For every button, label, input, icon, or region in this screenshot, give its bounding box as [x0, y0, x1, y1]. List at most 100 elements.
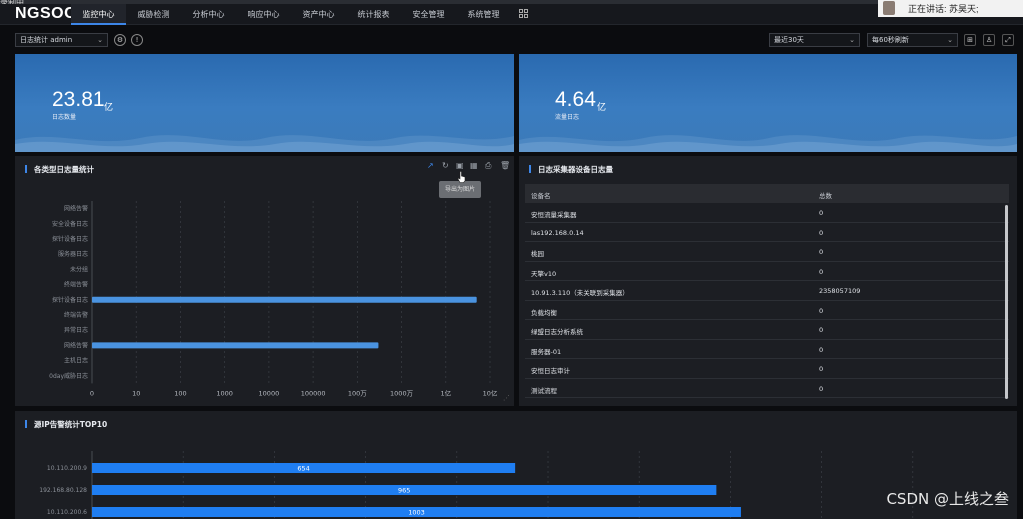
info-icon[interactable]: !	[131, 34, 143, 46]
card-unit: 亿	[597, 103, 607, 113]
traffic-log-card: 4.64 亿 流量日志	[519, 54, 1017, 152]
table-row[interactable]: 桃园 0	[525, 242, 1009, 262]
x-tick-label: 10000	[259, 389, 280, 397]
panel-title: 日志采集器设备日志量	[538, 165, 613, 174]
y-tick-label: 探针设备日志	[52, 296, 88, 304]
table-scrollbar[interactable]	[1005, 205, 1008, 399]
logo: NGSOC	[15, 5, 77, 22]
x-tick-label: 1000万	[390, 389, 414, 397]
x-tick-label: 10	[132, 389, 140, 397]
x-tick-label: 100万	[348, 389, 367, 397]
cell-device: 安恒日志审计	[531, 367, 570, 375]
cell-total: 0	[819, 384, 824, 393]
x-tick-label: 0	[90, 389, 94, 397]
speaker-text: 正在讲话: 苏昊天;	[908, 4, 979, 14]
wave-decoration	[519, 135, 1017, 152]
cell-device: 安恒流量采集器	[531, 211, 577, 219]
y-tick-label: 异常日志	[64, 326, 88, 334]
chevron-down-icon: ⌄	[97, 36, 103, 44]
table-header: 设备名 总数	[525, 184, 1009, 203]
table-row[interactable]: 安恒流量采集器 0	[525, 203, 1009, 223]
cell-device: 负载均衡	[531, 308, 557, 317]
settings-icon[interactable]: ⚙	[114, 34, 126, 46]
nav-item-asset[interactable]: 资产中心	[291, 4, 346, 25]
nav-menu: 监控中心 威胁检测 分析中心 响应中心 资产中心 统计报表 安全管理 系统管理	[71, 4, 511, 25]
table-row[interactable]: 负载均衡 0	[525, 301, 1009, 320]
y-tick-label: 服务器日志	[58, 250, 88, 258]
fullscreen-icon[interactable]: ⤢	[1002, 34, 1014, 46]
export-tooltip: 导出为图片	[439, 181, 481, 198]
cell-total: 0	[819, 365, 824, 373]
log-count-card: 23.81 亿 日志数量	[15, 54, 514, 152]
bar-value-label: 654	[297, 465, 309, 473]
cell-device: 服务器-01	[531, 347, 562, 356]
y-tick-label: 10.110.200.6	[47, 509, 87, 516]
cell-device: 测试流程	[531, 386, 557, 395]
cell-total: 0	[819, 326, 824, 334]
card-value: 23.81	[52, 88, 105, 111]
watermark: CSDN @上线之叁	[886, 490, 1009, 508]
card-label: 流量日志	[555, 114, 580, 121]
nav-item-response[interactable]: 响应中心	[236, 4, 291, 25]
x-tick-label: 10亿	[483, 388, 498, 397]
nav-item-analysis[interactable]: 分析中心	[181, 4, 236, 25]
time-range-value: 最近30天	[774, 36, 804, 44]
refresh-value: 每60秒刷新	[872, 36, 909, 44]
cell-total: 0	[819, 345, 824, 354]
table-row[interactable]: 10.91.3.110（未关联到采集器） 2358057109	[525, 281, 1009, 301]
dashboard-toolbar: 日志统计 admin ⌄ ⚙ ! 最近30天 ⌄ 每60秒刷新 ⌄ ⊞ ♙ ⤢	[0, 28, 1023, 50]
bar	[92, 296, 477, 303]
y-tick-label: 终端告警	[64, 311, 88, 319]
top-nav: NGSOC 监控中心 威胁检测 分析中心 响应中心 资产中心 统计报表 安全管理…	[0, 4, 1023, 25]
y-tick-label: 192.168.80.128	[39, 487, 87, 494]
cell-device: 桃园	[531, 250, 544, 258]
table-row[interactable]: 服务器-01 0	[525, 340, 1009, 359]
x-tick-label: 100	[174, 389, 186, 397]
y-tick-label: 0day威胁日志	[49, 372, 88, 380]
nav-item-report[interactable]: 统计报表	[346, 4, 401, 25]
chevron-down-icon: ⌄	[947, 36, 953, 44]
x-tick-label: 100000	[301, 389, 326, 397]
cell-total: 0	[819, 228, 824, 237]
bar-value-label: 965	[398, 487, 410, 495]
y-tick-label: 网络告警	[64, 341, 88, 349]
y-tick-label: 未分组	[70, 265, 88, 273]
table-row[interactable]: 绿盟日志分析系统 0	[525, 320, 1009, 340]
dashboard-select[interactable]: 日志统计 admin ⌄	[15, 33, 108, 47]
y-tick-label: 安全设备日志	[52, 220, 88, 228]
speaker-indicator: 正在讲话: 苏昊天;	[878, 0, 1023, 17]
time-range-select[interactable]: 最近30天 ⌄	[769, 33, 860, 47]
cell-device: 10.91.3.110（未关联到采集器）	[531, 289, 629, 297]
nav-item-security[interactable]: 安全管理	[401, 4, 456, 25]
cell-total: 2358057109	[819, 287, 861, 295]
table-row[interactable]: 测试流程 0	[525, 379, 1009, 398]
table-row[interactable]: 天擎v10 0	[525, 262, 1009, 281]
apps-grid-icon[interactable]	[519, 9, 529, 19]
card-label: 日志数量	[52, 114, 77, 121]
chevron-down-icon: ⌄	[849, 36, 855, 44]
nav-item-threat[interactable]: 威胁检测	[126, 4, 181, 25]
y-tick-label: 主机日志	[64, 357, 88, 365]
col-total: 总数	[819, 192, 832, 200]
table-row[interactable]: 安恒日志审计 0	[525, 359, 1009, 379]
wave-decoration	[15, 135, 514, 152]
nav-item-system[interactable]: 系统管理	[456, 4, 511, 25]
shirt-theme-icon[interactable]: ♙	[983, 34, 995, 46]
y-tick-label: 网络告警	[64, 205, 88, 213]
cell-total: 0	[819, 209, 824, 217]
collector-table: 设备名 总数 安恒流量采集器 0 las192.168.0.14 0 桃园 0 天擎v…	[525, 184, 1009, 398]
bar-value-label: 1003	[408, 509, 425, 517]
layout-icon[interactable]: ⊞	[964, 34, 976, 46]
card-value: 4.64	[555, 88, 596, 111]
bar	[92, 342, 379, 349]
cell-device: 天擎v10	[531, 269, 557, 278]
cell-device: las192.168.0.14	[531, 228, 584, 237]
table-row[interactable]: las192.168.0.14 0	[525, 223, 1009, 242]
refresh-select[interactable]: 每60秒刷新 ⌄	[867, 33, 958, 47]
cell-total: 0	[819, 248, 824, 256]
title-marker	[529, 165, 531, 173]
y-tick-label: 10.110.200.9	[47, 465, 87, 472]
y-tick-label: 终端告警	[64, 281, 88, 289]
col-device: 设备名	[531, 192, 551, 200]
nav-item-monitor[interactable]: 监控中心	[71, 4, 126, 25]
